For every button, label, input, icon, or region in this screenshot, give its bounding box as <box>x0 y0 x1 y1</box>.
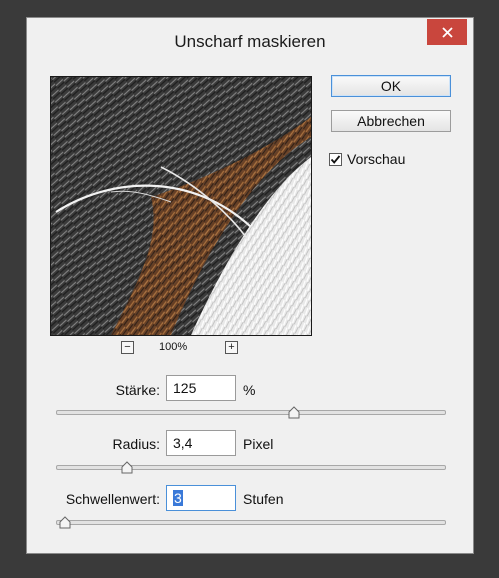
preview-checkbox-row[interactable]: Vorschau <box>329 151 405 167</box>
close-button[interactable] <box>427 19 467 45</box>
title-bar[interactable]: Unscharf maskieren <box>27 18 473 66</box>
amount-input[interactable]: 125 <box>166 375 236 401</box>
threshold-unit: Stufen <box>243 491 284 507</box>
zoom-level: 100% <box>159 341 188 353</box>
amount-slider-track[interactable] <box>56 406 446 419</box>
minus-icon: − <box>124 341 131 353</box>
amount-unit: % <box>243 382 256 398</box>
zoom-in-button[interactable]: + <box>225 341 238 354</box>
preview-image[interactable] <box>50 76 312 336</box>
dialog-title: Unscharf maskieren <box>174 32 326 51</box>
close-icon <box>441 26 453 38</box>
zoom-controls: − 100% + <box>121 341 241 357</box>
preview-fur-picture <box>51 77 311 335</box>
threshold-slider-track[interactable] <box>56 516 446 529</box>
ok-button[interactable]: OK <box>331 75 451 97</box>
amount-value: 125 <box>173 380 197 396</box>
amount-label: Stärke: <box>115 382 160 398</box>
checkmark-icon <box>330 154 341 164</box>
threshold-slider-thumb[interactable] <box>59 516 71 529</box>
preview-checkbox[interactable] <box>329 152 342 166</box>
preview-checkbox-label: Vorschau <box>347 151 406 167</box>
radius-input[interactable]: 3,4 <box>166 430 236 456</box>
radius-slider-track[interactable] <box>56 461 446 474</box>
unsharp-mask-dialog: Unscharf maskieren OK Abbrechen Vorschau… <box>26 17 474 554</box>
radius-unit: Pixel <box>243 436 274 452</box>
radius-slider-thumb[interactable] <box>121 461 133 474</box>
radius-label: Radius: <box>112 436 160 452</box>
plus-icon: + <box>228 341 235 353</box>
amount-slider-thumb[interactable] <box>288 406 300 419</box>
threshold-input[interactable]: 3 <box>166 485 236 511</box>
cancel-button[interactable]: Abbrechen <box>331 110 451 132</box>
zoom-out-button[interactable]: − <box>121 341 134 354</box>
threshold-value: 3 <box>173 490 183 506</box>
radius-value: 3,4 <box>173 435 193 451</box>
threshold-label: Schwellenwert: <box>65 491 160 507</box>
